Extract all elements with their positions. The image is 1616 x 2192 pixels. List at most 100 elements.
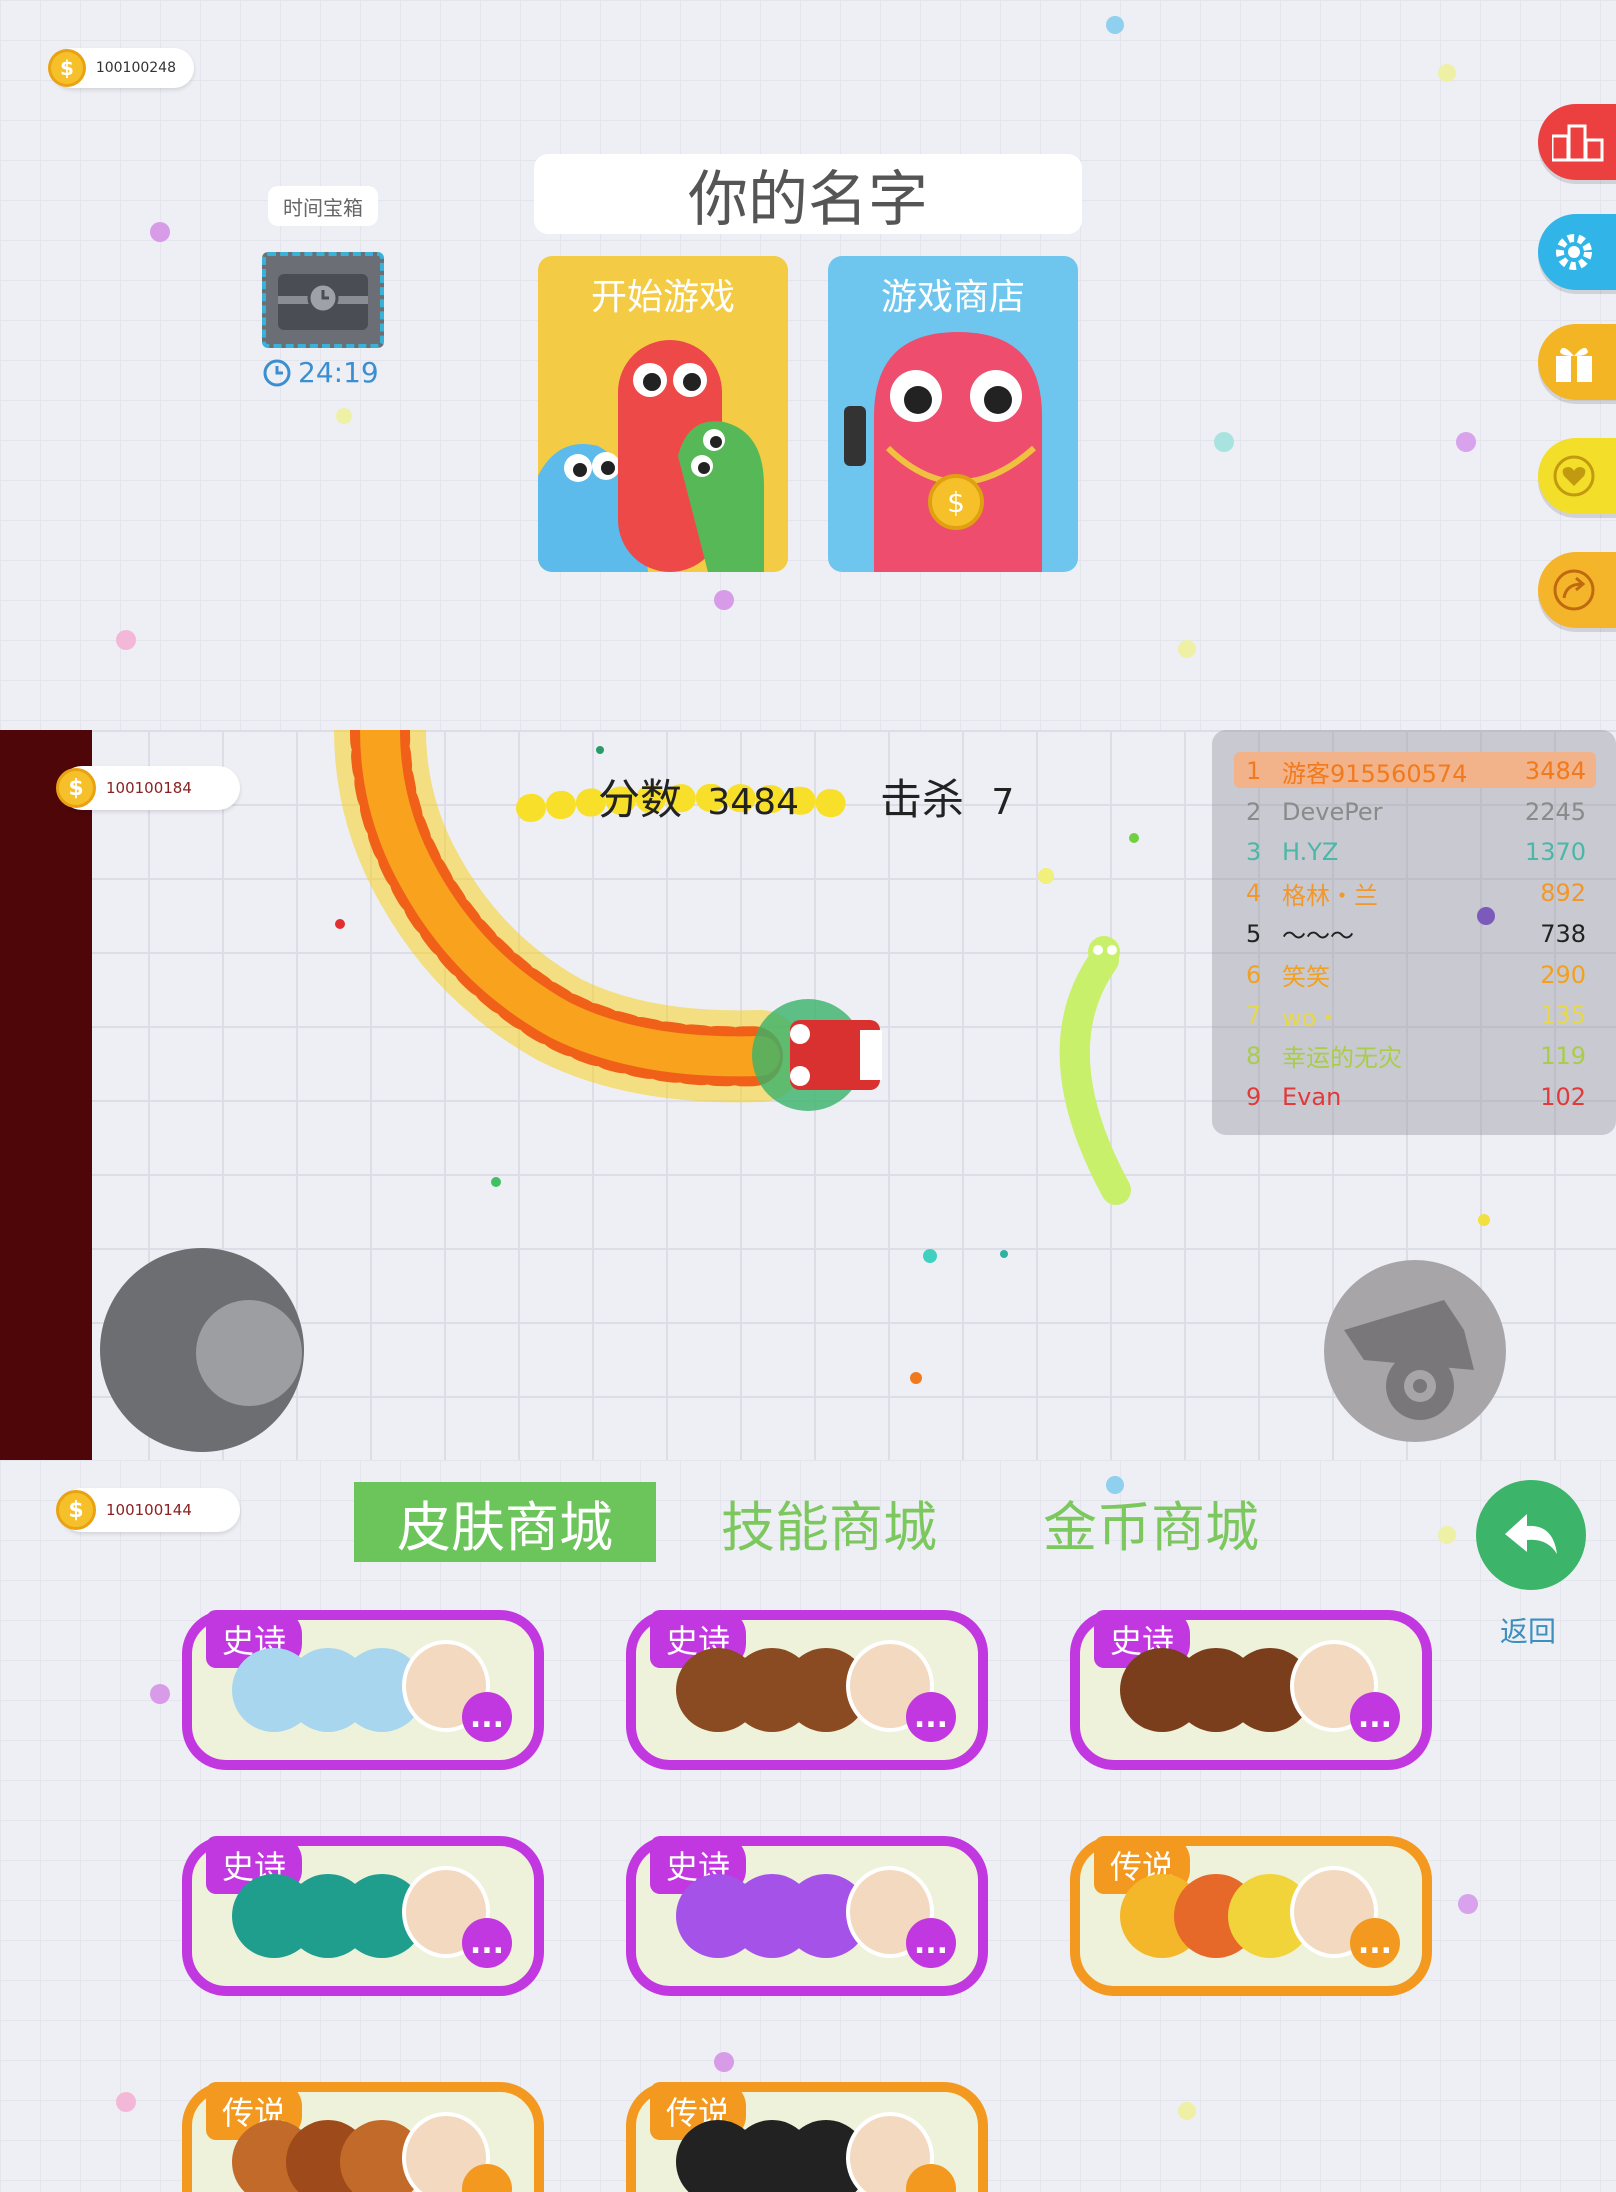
share-icon (1553, 569, 1595, 611)
skin-more-button[interactable]: ... (1350, 1692, 1400, 1742)
leaderboard-name: H.YZ (1282, 838, 1339, 867)
cannon-icon (1344, 1300, 1474, 1420)
leaderboard-row: 6 笑笑 290 (1234, 956, 1596, 994)
leaderboard-row: 5 〜〜〜 738 (1234, 915, 1596, 953)
treasure-chest-icon (278, 274, 368, 330)
leaderboard-name: 格林・兰 (1282, 881, 1378, 910)
leaderboard-name: 〜〜〜 (1282, 922, 1354, 951)
skin-more-button[interactable]: ... (906, 1692, 956, 1742)
leaderboard-name: 幸运的无灾 (1282, 1044, 1402, 1073)
leaderboard-row: 9 Evan 102 (1234, 1078, 1596, 1116)
chest-timer: 24:19 (262, 356, 379, 389)
svg-text:$: $ (947, 486, 965, 519)
leaderboard-name: 游客915560574 (1282, 759, 1468, 788)
leaderboard-score: 892 (1540, 879, 1586, 908)
leaderboard-score: 1370 (1524, 838, 1586, 867)
leaderboard-row: 3 H.YZ 1370 (1234, 833, 1596, 871)
skin-more-button[interactable]: ... (462, 1918, 512, 1968)
joystick-knob[interactable] (196, 1300, 302, 1406)
game-shop-button[interactable]: 游戏商店 $ (828, 256, 1078, 572)
leaderboard-score: 135 (1540, 1001, 1586, 1030)
skin-more-button[interactable]: ... (906, 1918, 956, 1968)
boost-button[interactable] (1324, 1260, 1506, 1442)
score-label: 分数 (598, 775, 683, 824)
back-button[interactable] (1476, 1480, 1586, 1590)
leaderboard-score: 119 (1540, 1041, 1586, 1070)
skin-more-button[interactable]: ... (462, 1692, 512, 1742)
main-menu-screen: $ 100100248 时间宝箱 24:19 你的名字 开始游戏 游戏商店 $ (0, 0, 1616, 730)
coin-amount: 100100144 (106, 1501, 192, 1519)
favorite-button[interactable] (1538, 438, 1616, 514)
gift-icon (1556, 347, 1592, 382)
skin-more-button[interactable]: ... (1350, 1918, 1400, 1968)
skin-card[interactable]: 传说... (182, 2082, 544, 2192)
food-dot (150, 222, 170, 242)
leaderboard-score: 3484 (1524, 757, 1586, 785)
skin-card[interactable]: 史诗... (182, 1836, 544, 1996)
chest-tooltip: 时间宝箱 (268, 186, 378, 226)
leaderboard-name: wo・ (1282, 1003, 1341, 1032)
start-game-button[interactable]: 开始游戏 (538, 256, 788, 572)
food-dot (116, 630, 136, 650)
food-dot (714, 590, 734, 610)
leaderboard-button[interactable] (1538, 104, 1616, 180)
food-dot (150, 1684, 170, 1704)
leaderboard-rank: 9 (1246, 1082, 1262, 1111)
coin-icon: $ (56, 1490, 96, 1530)
player-name-input[interactable]: 你的名字 (534, 154, 1082, 235)
leaderboard-score: 738 (1540, 919, 1586, 948)
share-button[interactable] (1538, 552, 1616, 628)
skin-card[interactable]: 传说... (1070, 1836, 1432, 1996)
time-chest-button[interactable] (262, 252, 384, 348)
leaderboard-rank: 8 (1246, 1041, 1262, 1070)
skin-card[interactable]: 史诗... (1070, 1610, 1432, 1770)
tab-skill-shop[interactable]: 技能商城 (684, 1482, 974, 1562)
leaderboard-rank: 6 (1246, 960, 1262, 989)
chest-timer-text: 24:19 (298, 356, 379, 389)
coin-amount: 100100248 (95, 60, 176, 76)
podium-icon (1552, 124, 1604, 162)
gift-button[interactable] (1538, 324, 1616, 400)
leaderboard-rank: 3 (1246, 838, 1262, 867)
skin-card[interactable]: 史诗... (626, 1836, 988, 1996)
food-dot (1456, 432, 1476, 452)
skin-card[interactable]: 传说... (626, 2082, 988, 2192)
leaderboard-name: Evan (1282, 1082, 1342, 1111)
leaderboard-row: 4 格林・兰 892 (1234, 874, 1596, 912)
tab-coin-shop[interactable]: 金币商城 (1006, 1482, 1296, 1562)
settings-button[interactable] (1538, 214, 1616, 290)
leaderboard-name: 笑笑 (1282, 963, 1330, 991)
food-dot (1178, 640, 1196, 658)
leaderboard: 1 游客915560574 3484 2 DevePer 2245 3 H.YZ 1370 4 格林… (1212, 730, 1616, 1135)
food-dot (714, 2052, 734, 2072)
skin-card[interactable]: 史诗... (626, 1610, 988, 1770)
back-arrow-icon (1505, 1514, 1557, 1554)
food-dot (1178, 2102, 1196, 2120)
kills-display: 击杀 7 (880, 766, 1014, 827)
leaderboard-rank: 5 (1246, 919, 1262, 948)
leaderboard-rank: 7 (1246, 1001, 1262, 1030)
heart-icon (1553, 455, 1595, 497)
kills-label: 击杀 (880, 775, 965, 824)
coin-balance: $ 100100248 (48, 48, 194, 88)
dragon-snake-head (752, 999, 882, 1111)
leaderboard-rank: 4 (1246, 879, 1262, 908)
coin-icon: $ (48, 49, 86, 87)
movement-joystick[interactable] (100, 1248, 304, 1452)
skin-shop-screen: $ 100100144 皮肤商城 技能商城 金币商城 返回 史诗... 史诗...… (0, 1460, 1616, 2192)
leaderboard-score: 102 (1540, 1082, 1586, 1111)
leaderboard-row: 7 wo・ 135 (1234, 996, 1596, 1034)
kills-value: 7 (991, 782, 1015, 823)
tab-skin-shop[interactable]: 皮肤商城 (354, 1482, 656, 1562)
snakes-illustration (538, 340, 764, 572)
clock-icon (263, 359, 291, 386)
leaderboard-row: 8 幸运的无灾 119 (1234, 1037, 1596, 1075)
leaderboard-score: 290 (1540, 960, 1586, 989)
skin-card[interactable]: 史诗... (182, 1610, 544, 1770)
food-dot (116, 2092, 136, 2112)
score-display: 分数 3484 (598, 766, 799, 827)
food-dot (1106, 16, 1124, 34)
leaderboard-row: 1 游客915560574 3484 (1234, 752, 1596, 790)
gear-icon (1556, 234, 1592, 270)
leaderboard-name: DevePer (1282, 797, 1383, 826)
